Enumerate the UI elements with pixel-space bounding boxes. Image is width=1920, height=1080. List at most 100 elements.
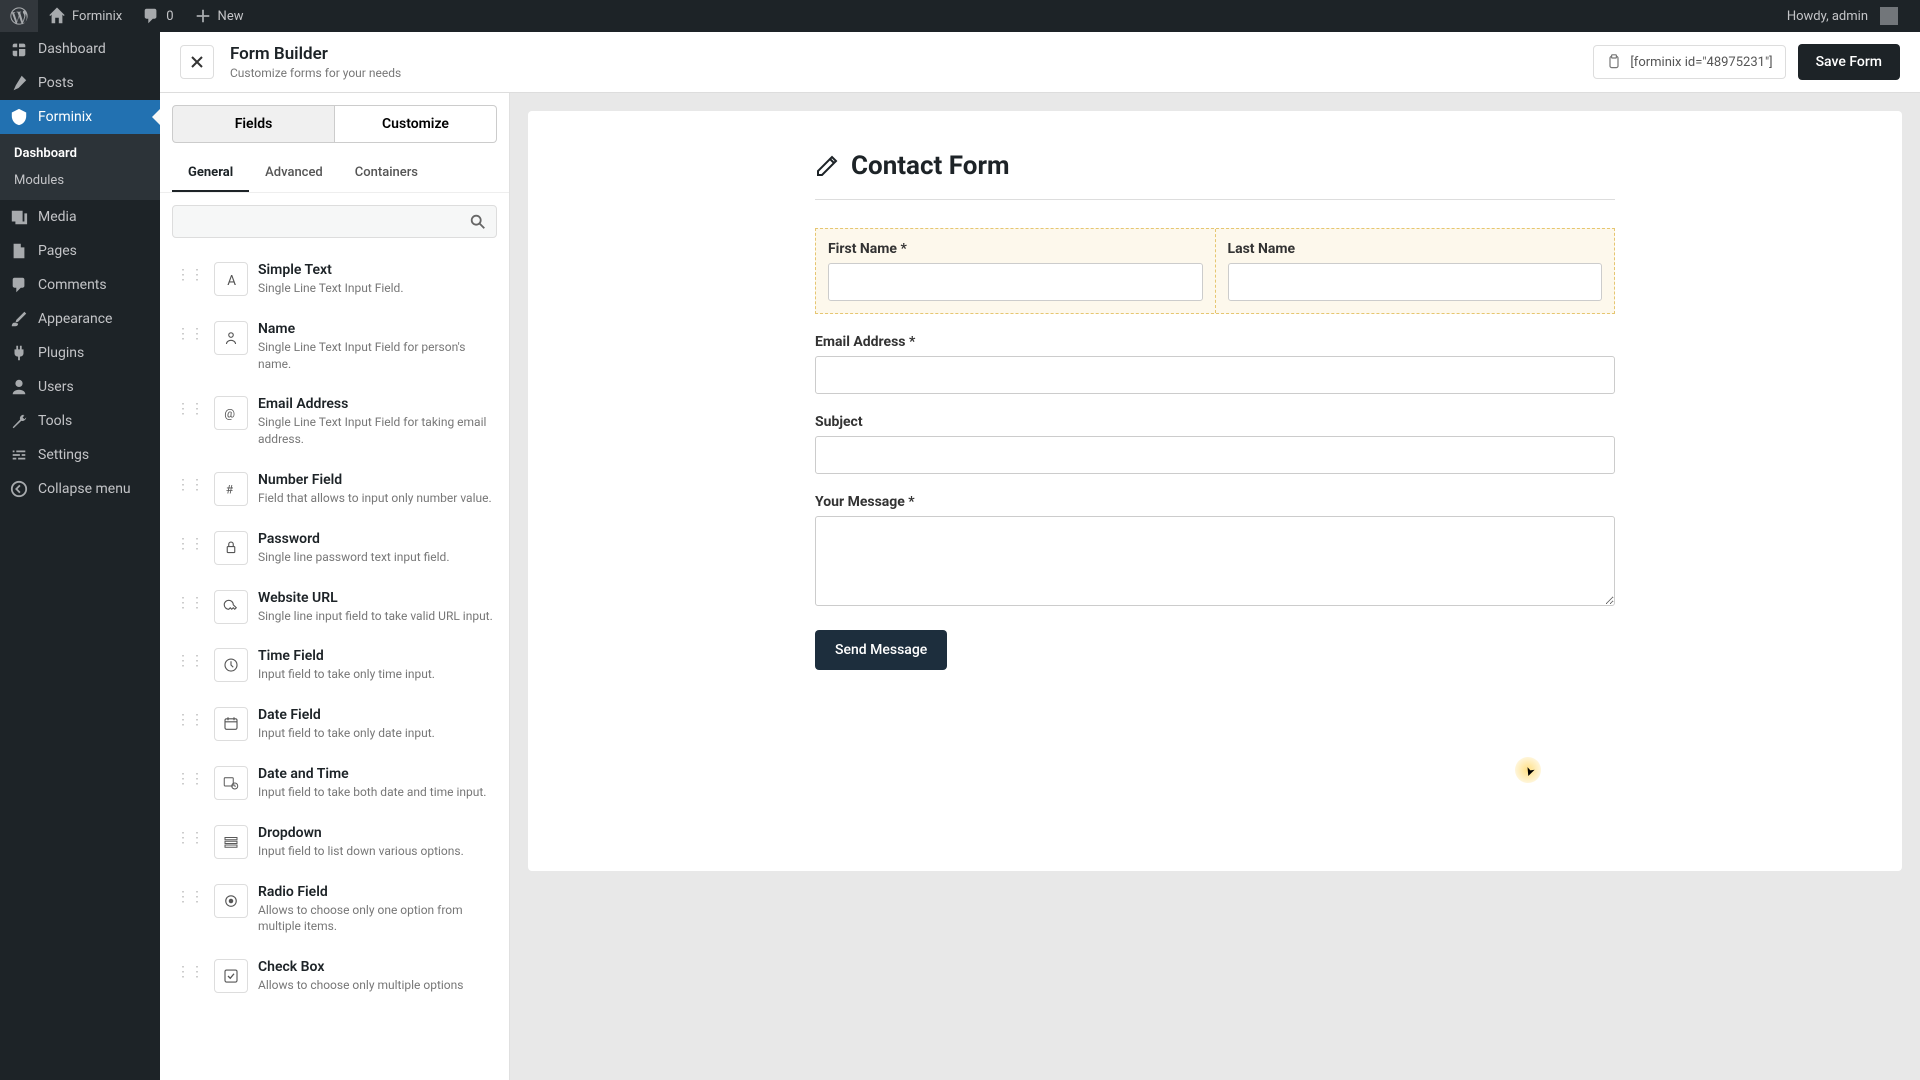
site-name-link[interactable]: Forminix	[38, 0, 132, 32]
menu-dashboard[interactable]: Dashboard	[0, 32, 160, 66]
input-email[interactable]	[815, 356, 1615, 394]
submenu-dashboard[interactable]: Dashboard	[0, 140, 160, 167]
form-row-name[interactable]: First Name * Last Name	[815, 228, 1615, 314]
field-info: Date and Time Input field to take both d…	[258, 766, 486, 801]
drag-handle-icon: ⋮⋮	[176, 262, 204, 282]
input-lastname[interactable]	[1228, 263, 1603, 301]
shortcode-text: [forminix id="48975231"]	[1630, 55, 1772, 70]
menu-pages[interactable]: Pages	[0, 234, 160, 268]
field-item-name[interactable]: ⋮⋮ Name Single Line Text Input Field for…	[172, 309, 497, 385]
label-subject: Subject	[815, 414, 1615, 430]
field-title: Radio Field	[258, 884, 493, 900]
wp-adminbar: Forminix 0 New Howdy, admin	[0, 0, 1920, 32]
field-title: Name	[258, 321, 493, 337]
submit-button[interactable]: Send Message	[815, 630, 947, 670]
menu-appearance[interactable]: Appearance	[0, 302, 160, 336]
avatar	[1880, 7, 1898, 25]
menu-tools[interactable]: Tools	[0, 404, 160, 438]
users-icon	[10, 378, 28, 396]
subtab-general[interactable]: General	[172, 155, 249, 192]
drag-handle-icon: ⋮⋮	[176, 396, 204, 416]
menu-media[interactable]: Media	[0, 200, 160, 234]
menu-media-label: Media	[38, 209, 77, 225]
pin-icon	[10, 74, 28, 92]
field-title: Dropdown	[258, 825, 464, 841]
page-subtitle: Customize forms for your needs	[230, 66, 401, 80]
field-title: Email Address	[258, 396, 493, 412]
menu-users-label: Users	[38, 379, 74, 395]
form-col-firstname: First Name *	[816, 229, 1216, 313]
field-type-icon	[214, 531, 248, 565]
close-button[interactable]	[180, 45, 214, 79]
builder-title-block: Form Builder Customize forms for your ne…	[230, 44, 401, 80]
field-item-password[interactable]: ⋮⋮ Password Single line password text in…	[172, 519, 497, 578]
menu-posts-label: Posts	[38, 75, 74, 91]
brush-icon	[10, 310, 28, 328]
wp-logo[interactable]	[0, 0, 38, 32]
save-button[interactable]: Save Form	[1798, 44, 1900, 80]
drag-handle-icon: ⋮⋮	[176, 766, 204, 786]
page-title: Form Builder	[230, 44, 401, 64]
field-type-icon	[214, 766, 248, 800]
form-field-message[interactable]: Your Message *	[815, 494, 1615, 610]
form-title-text: Contact Form	[851, 151, 1010, 181]
subtab-advanced[interactable]: Advanced	[249, 155, 339, 192]
input-firstname[interactable]	[828, 263, 1203, 301]
field-item-simple-text[interactable]: ⋮⋮ A Simple Text Single Line Text Input …	[172, 250, 497, 309]
field-desc: Allows to choose only one option from mu…	[258, 902, 493, 936]
menu-users[interactable]: Users	[0, 370, 160, 404]
field-desc: Input field to take only date input.	[258, 725, 435, 742]
field-item-number-field[interactable]: ⋮⋮ # Number Field Field that allows to i…	[172, 460, 497, 519]
wordpress-icon	[10, 7, 28, 25]
field-type-icon	[214, 648, 248, 682]
field-title: Time Field	[258, 648, 435, 664]
menu-tools-label: Tools	[38, 413, 72, 429]
menu-collapse[interactable]: Collapse menu	[0, 472, 160, 506]
field-item-time-field[interactable]: ⋮⋮ Time Field Input field to take only t…	[172, 636, 497, 695]
form-field-email[interactable]: Email Address *	[815, 334, 1615, 394]
drag-handle-icon: ⋮⋮	[176, 590, 204, 610]
menu-plugins[interactable]: Plugins	[0, 336, 160, 370]
field-type-icon	[214, 959, 248, 993]
subtab-containers[interactable]: Containers	[339, 155, 434, 192]
comments-count: 0	[166, 9, 173, 24]
field-item-radio-field[interactable]: ⋮⋮ Radio Field Allows to choose only one…	[172, 872, 497, 948]
new-link[interactable]: New	[184, 0, 254, 32]
menu-settings[interactable]: Settings	[0, 438, 160, 472]
svg-text:@: @	[224, 407, 235, 421]
field-item-website-url[interactable]: ⋮⋮ Website URL Single line input field t…	[172, 578, 497, 637]
search-input[interactable]	[172, 205, 497, 238]
field-item-date-and-time[interactable]: ⋮⋮ Date and Time Input field to take bot…	[172, 754, 497, 813]
comments-link[interactable]: 0	[132, 0, 183, 32]
field-info: Dropdown Input field to list down variou…	[258, 825, 464, 860]
submenu-modules[interactable]: Modules	[0, 167, 160, 194]
field-item-date-field[interactable]: ⋮⋮ Date Field Input field to take only d…	[172, 695, 497, 754]
form-canvas: Contact Form First Name * Last Name	[510, 93, 1920, 1080]
close-icon	[189, 54, 205, 70]
field-item-check-box[interactable]: ⋮⋮ Check Box Allows to choose only multi…	[172, 947, 497, 1006]
drag-handle-icon: ⋮⋮	[176, 884, 204, 904]
howdy-link[interactable]: Howdy, admin	[1777, 0, 1908, 32]
field-title: Date and Time	[258, 766, 486, 782]
svg-text:A: A	[227, 273, 236, 288]
field-info: Website URL Single line input field to t…	[258, 590, 493, 625]
field-desc: Single line input field to take valid UR…	[258, 608, 493, 625]
menu-comments[interactable]: Comments	[0, 268, 160, 302]
field-item-dropdown[interactable]: ⋮⋮ Dropdown Input field to list down var…	[172, 813, 497, 872]
menu-plugins-label: Plugins	[38, 345, 84, 361]
field-title: Simple Text	[258, 262, 404, 278]
field-item-email-address[interactable]: ⋮⋮ @ Email Address Single Line Text Inpu…	[172, 384, 497, 460]
howdy-text: Howdy, admin	[1787, 9, 1868, 24]
menu-posts[interactable]: Posts	[0, 66, 160, 100]
field-info: Date Field Input field to take only date…	[258, 707, 435, 742]
field-title: Date Field	[258, 707, 435, 723]
form-field-subject[interactable]: Subject	[815, 414, 1615, 474]
tab-fields[interactable]: Fields	[172, 105, 335, 143]
input-subject[interactable]	[815, 436, 1615, 474]
shortcode-copy[interactable]: [forminix id="48975231"]	[1593, 45, 1785, 79]
menu-forminix[interactable]: Forminix	[0, 100, 160, 134]
tab-customize[interactable]: Customize	[335, 105, 497, 143]
input-message[interactable]	[815, 516, 1615, 606]
form-title[interactable]: Contact Form	[815, 151, 1615, 200]
field-info: Simple Text Single Line Text Input Field…	[258, 262, 404, 297]
